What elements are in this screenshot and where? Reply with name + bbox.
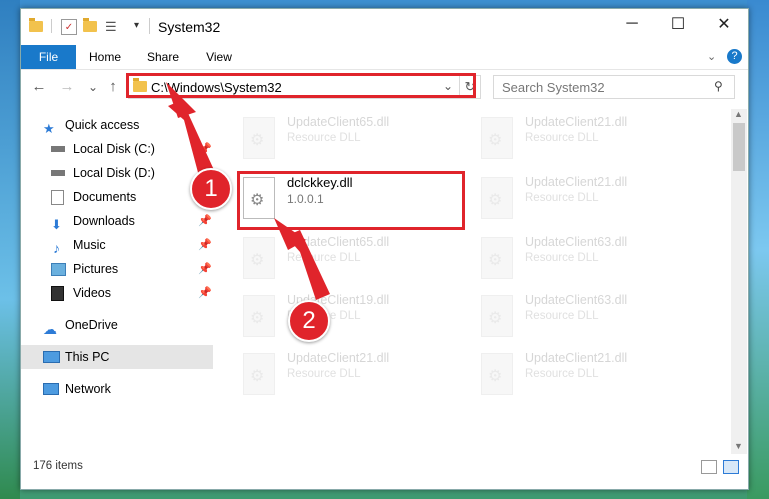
step-badge-2: 2	[288, 300, 330, 342]
arrow-1-head	[166, 82, 196, 118]
step-badge-1: 1	[190, 168, 232, 210]
annotation-arrows	[166, 82, 330, 300]
